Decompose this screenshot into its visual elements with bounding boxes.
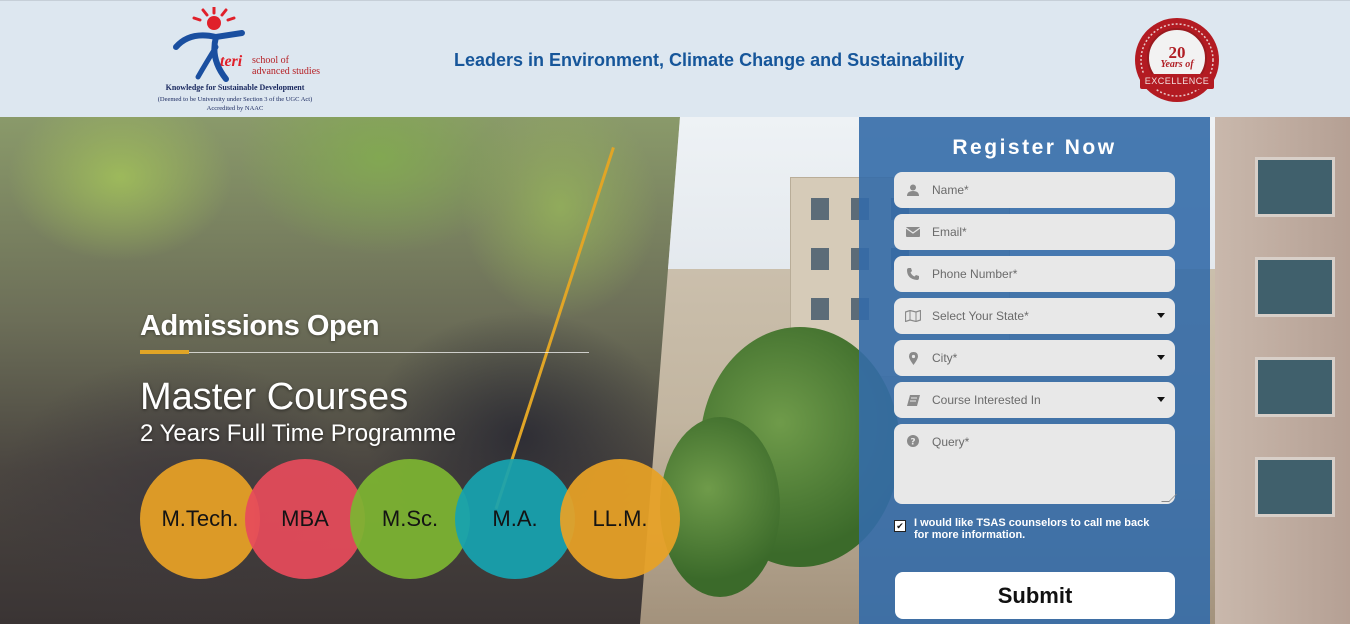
excellence-badge: 20 Years of EXCELLENCE xyxy=(1134,17,1220,103)
course-circles: M.Tech. MBA M.Sc. M.A. LL.M. xyxy=(140,459,680,579)
admissions-accent-bar xyxy=(140,350,189,354)
chevron-down-icon xyxy=(1157,397,1165,402)
consent-label: I would like TSAS counselors to call me … xyxy=(914,517,1150,541)
state-select[interactable]: Select Your State* xyxy=(894,298,1175,334)
envelope-icon xyxy=(894,227,932,237)
course-select[interactable]: Course Interested In xyxy=(894,382,1175,418)
logo-deemed-note: (Deemed to be University under Section 3… xyxy=(157,96,313,103)
registration-form: Register Now Name* Email* Phone Number* … xyxy=(859,117,1210,624)
building-window xyxy=(811,298,829,320)
email-field[interactable]: Email* xyxy=(894,214,1175,250)
building-glass-window xyxy=(1255,157,1335,217)
course-circle-mtech[interactable]: M.Tech. xyxy=(140,459,260,579)
logo-accreditation: Accredited by NAAC xyxy=(206,105,264,112)
badge-years-text: Years of xyxy=(1160,59,1194,70)
teri-logo[interactable]: teri school of advanced studies Knowledg… xyxy=(140,7,330,115)
header-tagline: Leaders in Environment, Climate Change a… xyxy=(454,50,965,70)
name-placeholder: Name* xyxy=(932,183,969,197)
master-courses-title: Master Courses xyxy=(140,376,409,418)
site-header: teri school of advanced studies Knowledg… xyxy=(0,0,1350,117)
book-icon xyxy=(894,394,932,406)
course-placeholder: Course Interested In xyxy=(932,393,1041,407)
chevron-down-icon xyxy=(1157,355,1165,360)
city-select[interactable]: City* xyxy=(894,340,1175,376)
logo-tagline: Knowledge for Sustainable Development xyxy=(165,83,305,92)
course-circle-ma[interactable]: M.A. xyxy=(455,459,575,579)
email-placeholder: Email* xyxy=(932,225,967,239)
phone-icon xyxy=(894,268,932,280)
svg-text:?: ? xyxy=(910,438,915,448)
submit-button[interactable]: Submit xyxy=(895,572,1175,619)
course-circle-llm[interactable]: LL.M. xyxy=(560,459,680,579)
course-circle-msc[interactable]: M.Sc. xyxy=(350,459,470,579)
chevron-down-icon xyxy=(1157,313,1165,318)
hero-banner: Admissions Open Master Courses 2 Years F… xyxy=(0,117,1350,624)
map-marker-icon xyxy=(894,351,932,365)
building-window xyxy=(811,248,829,270)
building-glass-window xyxy=(1255,457,1335,517)
building-glass-window xyxy=(1255,257,1335,317)
phone-field[interactable]: Phone Number* xyxy=(894,256,1175,292)
building-glass-window xyxy=(1255,357,1335,417)
campus-building-right xyxy=(1215,117,1350,624)
query-placeholder: Query* xyxy=(932,435,970,449)
consent-checkbox[interactable]: ✔ xyxy=(894,520,906,532)
admissions-heading: Admissions Open xyxy=(140,310,380,342)
city-placeholder: City* xyxy=(932,351,958,365)
course-circle-mba[interactable]: MBA xyxy=(245,459,365,579)
admissions-underline xyxy=(140,352,589,353)
question-circle-icon: ? xyxy=(894,435,932,447)
badge-ribbon: EXCELLENCE xyxy=(1140,74,1214,89)
query-textarea[interactable]: ? Query* xyxy=(894,424,1177,504)
state-placeholder: Select Your State* xyxy=(932,309,1029,323)
map-icon xyxy=(894,310,932,322)
name-field[interactable]: Name* xyxy=(894,172,1175,208)
resize-handle-icon[interactable] xyxy=(1161,494,1177,502)
user-icon xyxy=(894,184,932,196)
logo-school-name: school of advanced studies xyxy=(252,55,321,77)
phone-placeholder: Phone Number* xyxy=(932,267,1018,281)
logo-brand: teri xyxy=(220,53,243,70)
form-title: Register Now xyxy=(952,136,1117,159)
programme-duration: 2 Years Full Time Programme xyxy=(140,420,457,447)
building-window xyxy=(811,198,829,220)
